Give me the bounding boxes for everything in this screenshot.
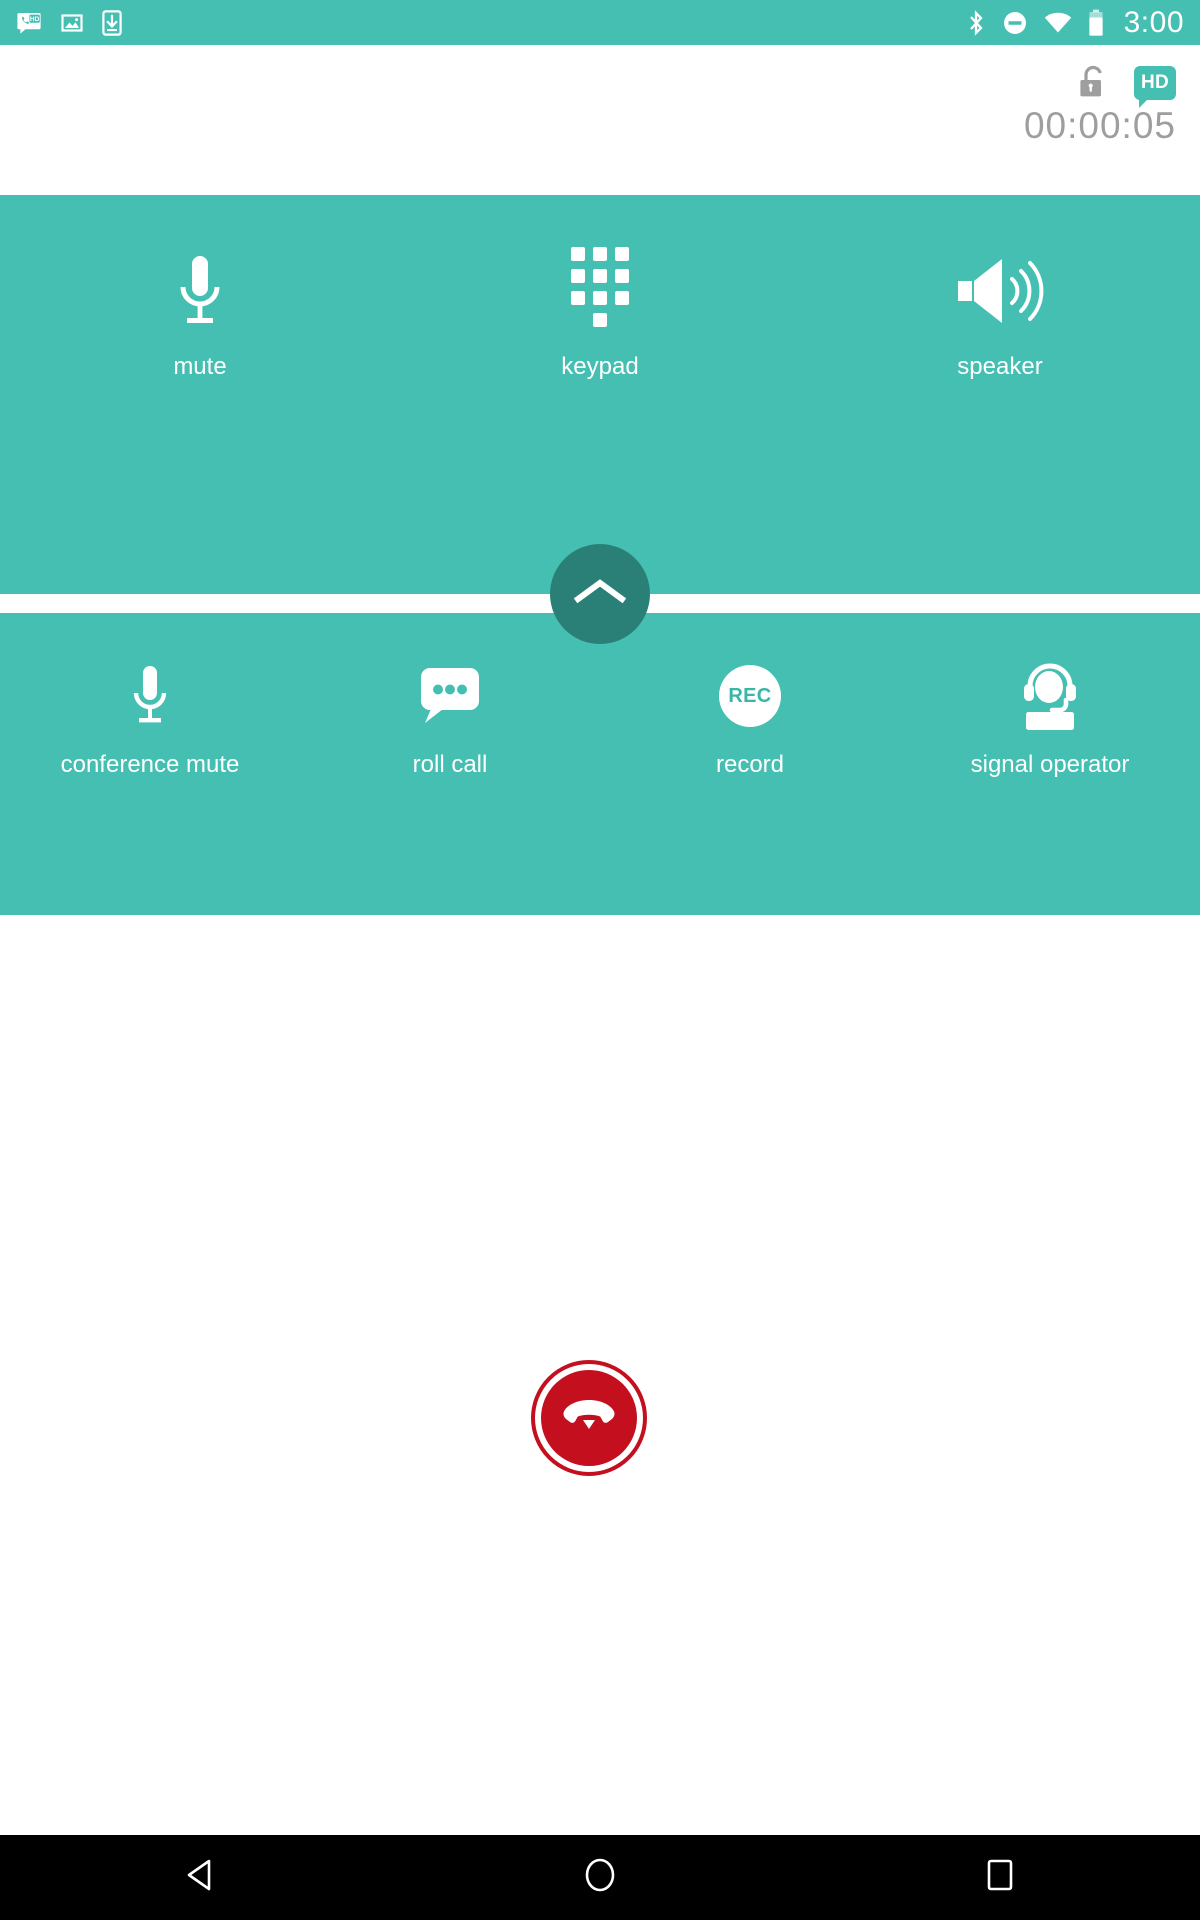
record-label: record (715, 751, 785, 778)
wifi-icon (1044, 11, 1072, 35)
chat-bubble-dots-icon (417, 653, 483, 739)
circle-icon (584, 1857, 616, 1898)
primary-controls-panel: mute keypad speaker (0, 195, 1200, 594)
download-to-device-icon (102, 9, 122, 36)
hd-call-icon: HD (16, 10, 42, 36)
conference-mute-button[interactable]: conference mute (0, 653, 300, 779)
status-bar: HD 3:00 (0, 0, 1200, 45)
secondary-controls-panel: conference mute roll call REC record sig… (0, 613, 1200, 915)
expand-controls-button[interactable] (550, 544, 650, 644)
back-button[interactable] (140, 1835, 260, 1920)
status-bar-left-icons: HD (16, 9, 122, 36)
status-bar-clock: 3:00 (1123, 5, 1184, 39)
call-header: HD 00:00:05 (0, 45, 1200, 195)
triangle-left-icon (184, 1858, 216, 1897)
hd-quality-badge: HD (1134, 66, 1176, 108)
headset-operator-icon (1018, 653, 1082, 739)
call-duration-timer: 00:00:05 (1023, 105, 1176, 146)
home-button[interactable] (540, 1835, 660, 1920)
speaker-icon (954, 243, 1046, 339)
keypad-label: keypad (561, 353, 639, 380)
svg-text:HD: HD (30, 16, 40, 23)
bluetooth-icon (966, 9, 986, 37)
primary-controls-row: mute keypad speaker (0, 195, 1200, 381)
recents-button[interactable] (940, 1835, 1060, 1920)
battery-icon (1088, 9, 1104, 37)
square-icon (985, 1858, 1015, 1897)
microphone-icon (129, 653, 171, 739)
unlock-icon (1076, 63, 1110, 103)
signal-operator-label: signal operator (970, 751, 1130, 778)
speaker-button[interactable]: speaker (800, 243, 1200, 381)
do-not-disturb-icon (1002, 10, 1028, 36)
keypad-button[interactable]: keypad (400, 243, 800, 381)
signal-operator-button[interactable]: signal operator (900, 653, 1200, 779)
end-call-button-inner (541, 1370, 637, 1466)
conference-mute-label: conference mute (60, 751, 240, 778)
end-call-button[interactable] (531, 1360, 647, 1476)
status-bar-right-icons: 3:00 (966, 6, 1184, 40)
rec-label: REC (728, 684, 772, 707)
rec-circle-icon: REC (719, 653, 781, 739)
chevron-up-icon (573, 575, 627, 614)
end-call-handset-icon (559, 1394, 619, 1443)
call-header-badges: HD (1076, 63, 1176, 108)
roll-call-label: roll call (412, 751, 488, 778)
screenshot-image-icon (60, 11, 84, 35)
microphone-icon (174, 243, 226, 339)
record-button[interactable]: REC record (600, 653, 900, 779)
mute-button[interactable]: mute (0, 243, 400, 381)
roll-call-button[interactable]: roll call (300, 653, 600, 779)
keypad-icon (571, 243, 629, 339)
android-navigation-bar (0, 1835, 1200, 1920)
speaker-label: speaker (957, 353, 1043, 380)
hd-badge-label: HD (1140, 72, 1170, 93)
mute-label: mute (173, 353, 227, 380)
